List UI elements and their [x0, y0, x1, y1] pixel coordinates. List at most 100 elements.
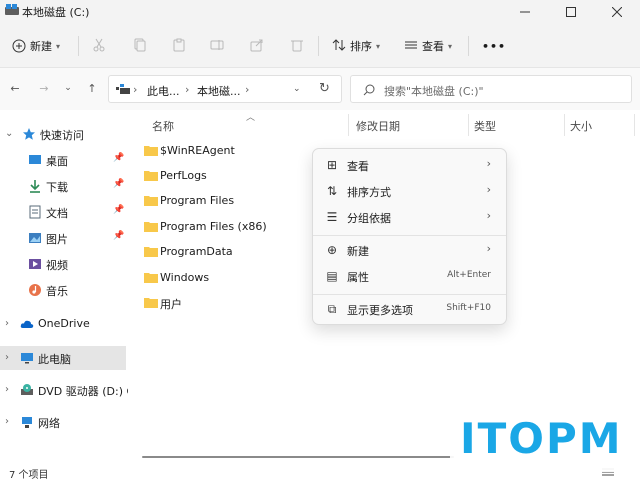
view-button[interactable]: 查看 ▾: [404, 34, 452, 58]
pin-icon[interactable]: 📌: [113, 205, 124, 215]
sidebar-item-label: 图片: [46, 233, 68, 246]
sidebar-item-music[interactable]: 音乐: [0, 278, 126, 302]
sort-icon: ⇅: [326, 184, 338, 198]
file-row[interactable]: Program Files: [144, 189, 312, 213]
chevron-right-icon: ›: [5, 318, 9, 329]
file-row[interactable]: PerfLogs: [144, 164, 312, 188]
more-button[interactable]: •••: [482, 34, 506, 58]
forward-button[interactable]: →: [36, 80, 52, 96]
sort-button[interactable]: 排序 ▾: [332, 34, 380, 58]
sidebar-item-videos[interactable]: 视频: [0, 252, 126, 276]
column-divider: [348, 114, 349, 136]
chevron-down-icon: ▾: [376, 41, 381, 51]
breadcrumb-local-disk[interactable]: 本地磁...: [197, 83, 241, 99]
file-name: Program Files (x86): [160, 220, 267, 233]
pin-icon[interactable]: 📌: [113, 153, 124, 163]
folder-icon: [144, 171, 158, 181]
chevron-down-icon: ⌄: [64, 83, 72, 93]
menu-item-view[interactable]: ⊞ 查看 ›: [317, 153, 503, 177]
search-placeholder: 搜索"本地磁盘 (C:)": [384, 85, 484, 98]
sidebar-item-quick-access[interactable]: ⌄ 快速访问: [0, 122, 126, 146]
column-header-modified[interactable]: 修改日期: [356, 118, 400, 134]
sidebar-item-documents[interactable]: 文档 📌: [0, 200, 126, 224]
minimize-button[interactable]: [502, 0, 548, 24]
column-header-size[interactable]: 大小: [570, 118, 592, 134]
menu-shortcut: Alt+Enter: [447, 270, 491, 280]
file-row[interactable]: $WinREAgent: [144, 139, 312, 163]
menu-divider: [313, 235, 506, 236]
arrow-up-icon: ↑: [87, 81, 97, 95]
rename-button[interactable]: [210, 34, 224, 58]
file-name: ProgramData: [160, 245, 233, 258]
menu-item-new[interactable]: ⊕ 新建 ›: [317, 238, 503, 262]
folder-icon: [144, 146, 158, 156]
refresh-button[interactable]: ↻: [319, 81, 330, 96]
grid-icon: ⊞: [326, 158, 338, 172]
sidebar-item-label: DVD 驱动器 (D:) CF: [38, 385, 141, 398]
menu-item-label: 显示更多选项: [347, 304, 413, 317]
chevron-down-icon: ▾: [448, 41, 453, 51]
sidebar-item-network[interactable]: › 网络: [0, 410, 126, 434]
back-button[interactable]: ←: [7, 80, 23, 96]
maximize-button[interactable]: [548, 0, 594, 24]
sidebar-item-desktop[interactable]: 桌面 📌: [0, 148, 126, 172]
watermark: ITOPM: [450, 412, 630, 472]
file-name: $WinREAgent: [160, 144, 235, 157]
menu-item-group-by[interactable]: ☰ 分组依据 ›: [317, 205, 503, 229]
address-box[interactable]: › 此电... › 本地磁... › ⌄ ↻: [108, 75, 342, 103]
music-icon: [29, 284, 41, 296]
menu-item-properties[interactable]: ▤ 属性 Alt+Enter: [317, 264, 503, 288]
column-header-name[interactable]: 名称: [152, 118, 174, 134]
up-button[interactable]: ↑: [84, 80, 100, 96]
pin-icon[interactable]: 📌: [113, 231, 124, 241]
toolbar-divider: [318, 36, 319, 56]
sidebar-item-pictures[interactable]: 图片 📌: [0, 226, 126, 250]
chevron-right-icon: ›: [486, 242, 491, 255]
network-icon: [22, 417, 32, 428]
column-divider: [468, 114, 469, 136]
breadcrumb-this-pc[interactable]: 此电...: [147, 83, 180, 99]
toolbar-divider: [78, 36, 79, 56]
file-row[interactable]: ProgramData: [144, 240, 312, 264]
pin-icon[interactable]: 📌: [113, 179, 124, 189]
sidebar-item-label: 桌面: [46, 155, 68, 168]
share-button[interactable]: [250, 34, 264, 58]
new-button[interactable]: 新建 ▾: [12, 34, 60, 58]
star-icon: [23, 128, 35, 140]
cloud-icon: [20, 320, 34, 328]
toolbar-divider: [468, 36, 469, 56]
menu-shortcut: Shift+F10: [446, 303, 491, 313]
address-dropdown-icon[interactable]: ⌄: [293, 84, 301, 94]
horizontal-scrollbar[interactable]: [142, 456, 454, 458]
chevron-right-icon: ›: [486, 157, 491, 170]
close-button[interactable]: [594, 0, 640, 24]
folder-icon: [144, 273, 158, 283]
paste-button[interactable]: [172, 34, 186, 58]
file-row[interactable]: Program Files (x86): [144, 215, 312, 239]
menu-item-sort-by[interactable]: ⇅ 排序方式 ›: [317, 179, 503, 203]
sidebar-item-label: 文档: [46, 207, 68, 220]
rename-icon: [210, 38, 224, 55]
file-row[interactable]: 用户: [144, 291, 312, 315]
breadcrumb-separator: ›: [133, 83, 138, 96]
trash-icon: [290, 38, 304, 55]
file-name: Windows: [160, 271, 210, 284]
file-name: PerfLogs: [160, 169, 207, 182]
sidebar-item-this-pc[interactable]: › 此电脑: [0, 346, 126, 370]
sidebar-item-dvd-drive[interactable]: › DVD 驱动器 (D:) CF: [0, 378, 141, 402]
search-input[interactable]: 搜索"本地磁盘 (C:)": [350, 75, 632, 103]
delete-button[interactable]: [290, 34, 304, 58]
sidebar-item-onedrive[interactable]: › OneDrive: [0, 312, 126, 336]
desktop-icon: [29, 155, 41, 164]
menu-divider: [313, 294, 506, 295]
column-header-type[interactable]: 类型: [474, 118, 496, 134]
menu-item-label: 属性: [347, 271, 369, 284]
chevron-down-icon: ▾: [56, 41, 61, 51]
file-row[interactable]: Windows: [144, 266, 312, 290]
menu-item-show-more-options[interactable]: ⧉ 显示更多选项 Shift+F10: [317, 297, 503, 321]
cut-button[interactable]: [92, 34, 106, 58]
sidebar-item-downloads[interactable]: 下载 📌: [0, 174, 126, 198]
more-icon: •••: [482, 39, 507, 53]
recent-locations-button[interactable]: ⌄: [60, 80, 76, 96]
copy-button[interactable]: [132, 34, 146, 58]
